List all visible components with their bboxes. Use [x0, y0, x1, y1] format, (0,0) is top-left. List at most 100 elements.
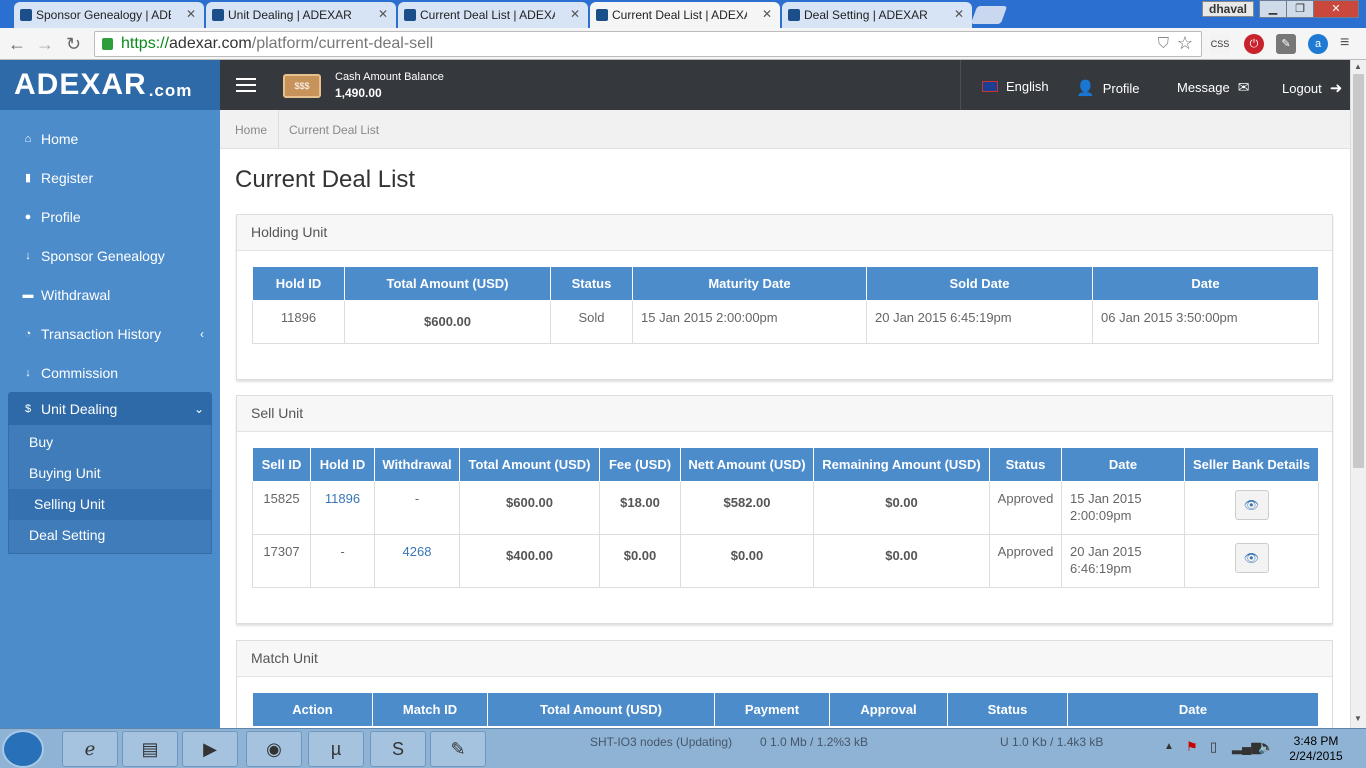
total-amount-cell: $600.00: [344, 300, 551, 344]
browser-tab-strip: Sponsor Genealogy | ADEXAR ✕ Unit Dealing…: [0, 0, 1366, 28]
window-close-icon[interactable]: ✕: [1313, 0, 1359, 18]
column-header: Date: [1067, 692, 1319, 727]
chevron-left-icon: ‹: [200, 326, 204, 341]
language-selector[interactable]: English: [982, 79, 1049, 94]
scroll-up-icon[interactable]: ▲: [1354, 62, 1362, 71]
submenu-item-deal-setting[interactable]: Deal Setting: [9, 520, 211, 551]
hold-id-link[interactable]: 11896: [325, 491, 360, 506]
breadcrumb-home[interactable]: Home: [235, 123, 267, 137]
submenu-item-selling-unit[interactable]: Selling Unit: [9, 489, 211, 520]
browser-tab-3[interactable]: Current Deal List | ADEXAR ✕: [398, 2, 588, 28]
column-header: Sold Date: [866, 266, 1093, 301]
reload-icon[interactable]: ↻: [66, 34, 81, 55]
minimize-icon[interactable]: ▁: [1259, 0, 1287, 18]
back-icon[interactable]: ←: [8, 34, 26, 55]
sidebar-item-register[interactable]: ▮ Register: [0, 158, 220, 197]
arrow-down-icon: ↓: [25, 366, 31, 379]
column-header: Withdrawal: [374, 447, 460, 482]
uk-flag-icon: [982, 81, 998, 92]
tray-expand-icon[interactable]: ▲: [1164, 741, 1174, 752]
cash-balance-label: Cash Amount Balance: [335, 71, 444, 83]
volume-icon[interactable]: 🔈: [1258, 739, 1274, 755]
sidebar-item-commission[interactable]: ↓ Commission: [0, 353, 220, 392]
hold-id-cell: 11896: [252, 300, 345, 344]
new-tab-button[interactable]: [970, 6, 1008, 24]
file-explorer-icon[interactable]: ▤: [122, 731, 178, 767]
status-cell: Approved: [989, 534, 1062, 588]
tab-title: Current Deal List | ADEXAR: [612, 8, 747, 22]
submenu-item-buying-unit[interactable]: Buying Unit: [9, 458, 211, 489]
skype-icon[interactable]: S: [370, 731, 426, 767]
logout-link[interactable]: Logout ➜: [1282, 79, 1342, 97]
bank-details-cell: 👁: [1184, 534, 1319, 588]
date-line: 15 Jan 2015: [1070, 491, 1142, 506]
bookmark-star-icon[interactable]: ☆: [1177, 31, 1193, 55]
internet-explorer-icon[interactable]: ℯ: [62, 731, 118, 767]
close-tab-icon[interactable]: ✕: [954, 7, 964, 21]
browser-tab-4-active[interactable]: Current Deal List | ADEXAR ✕: [590, 2, 780, 28]
adexar-favicon: [212, 9, 224, 21]
system-clock[interactable]: 3:48 PM 2/24/2015: [1286, 734, 1346, 764]
network-signal-icon[interactable]: ▂▄▆: [1232, 739, 1261, 755]
brand-logo[interactable]: ADEXAR .com: [0, 60, 220, 110]
action-center-icon[interactable]: ⚑: [1186, 739, 1198, 755]
browser-tab-2[interactable]: Unit Dealing | ADEXAR ✕: [206, 2, 396, 28]
page-scrollbar[interactable]: ▲ ▼: [1350, 60, 1366, 728]
sidebar-item-withdrawal[interactable]: ▬ Withdrawal: [0, 275, 220, 314]
fee-cell: $18.00: [599, 481, 681, 535]
message-link[interactable]: Message ✉: [1177, 79, 1249, 96]
arrow-down-icon: ↓: [25, 249, 31, 262]
panel-title: Sell Unit: [237, 396, 1332, 432]
adblock-extension-icon[interactable]: ⏻: [1244, 34, 1264, 54]
sidebar-item-transaction-history[interactable]: ◔ Transaction History ‹: [0, 314, 220, 353]
sidebar-item-home[interactable]: ⌂ Home: [0, 119, 220, 158]
scroll-down-icon[interactable]: ▼: [1354, 714, 1362, 723]
close-tab-icon[interactable]: ✕: [378, 7, 388, 21]
hamburger-menu-icon[interactable]: [236, 78, 256, 96]
tab-title: Sponsor Genealogy | ADEXAR: [36, 8, 171, 22]
maximize-icon[interactable]: ❐: [1286, 0, 1314, 18]
lock-icon: [102, 38, 113, 50]
chrome-icon[interactable]: ◉: [246, 731, 302, 767]
utorrent-icon[interactable]: µ: [308, 731, 364, 767]
match-unit-panel: Match Unit Action Match ID Total Amount …: [236, 640, 1333, 728]
date-cell: 15 Jan 2015 2:00:09pm: [1061, 481, 1185, 535]
column-header: Approval: [829, 692, 948, 727]
address-bar-input[interactable]: https://adexar.com/platform/current-deal…: [94, 31, 1202, 57]
account-extension-icon[interactable]: a: [1308, 34, 1328, 54]
browser-menu-icon[interactable]: ≡: [1340, 34, 1349, 52]
close-tab-icon[interactable]: ✕: [762, 7, 772, 21]
close-tab-icon[interactable]: ✕: [186, 7, 196, 21]
nett-amount-cell: $0.00: [680, 534, 814, 588]
table-header-row: Sell ID Hold ID Withdrawal Total Amount …: [252, 447, 1319, 482]
battery-icon[interactable]: ▯: [1210, 739, 1217, 755]
column-header: Seller Bank Details: [1184, 447, 1319, 482]
sidebar-item-label: Unit Dealing: [41, 400, 118, 417]
view-bank-details-button[interactable]: 👁: [1234, 543, 1269, 573]
page-title: Current Deal List: [235, 166, 416, 193]
forward-icon[interactable]: →: [36, 34, 54, 55]
scrollbar-thumb[interactable]: [1353, 74, 1364, 468]
logout-arrow-icon: ➜: [1329, 80, 1343, 97]
profile-link[interactable]: 👤 Profile: [1076, 79, 1140, 97]
view-bank-details-button[interactable]: 👁: [1234, 490, 1269, 520]
browser-user-badge[interactable]: dhaval: [1202, 1, 1254, 17]
sidebar-item-unit-dealing[interactable]: $ Unit Dealing ⌄: [8, 392, 212, 425]
media-player-icon[interactable]: ▶: [182, 731, 238, 767]
browser-tab-1[interactable]: Sponsor Genealogy | ADEXAR ✕: [14, 2, 204, 28]
shield-icon[interactable]: ⛉: [1158, 32, 1169, 56]
sidebar-item-sponsor-genealogy[interactable]: ↓ Sponsor Genealogy: [0, 236, 220, 275]
submenu-item-buy[interactable]: Buy: [9, 427, 211, 458]
browser-tab-5[interactable]: Deal Setting | ADEXAR ✕: [782, 2, 972, 28]
eyedropper-extension-icon[interactable]: ✎: [1276, 34, 1296, 54]
windows-start-button[interactable]: [2, 730, 44, 768]
windows-taskbar: ℯ ▤ ▶ ◉ µ S ✎ SHT-IO3 nodes (Updating) 0…: [0, 728, 1366, 768]
sidebar-item-profile[interactable]: ● Profile: [0, 197, 220, 236]
paint-icon[interactable]: ✎: [430, 731, 486, 767]
withdrawal-link[interactable]: 4268: [403, 544, 432, 559]
css-extension-icon[interactable]: CSS: [1210, 34, 1230, 54]
remaining-amount-cell: $0.00: [813, 481, 990, 535]
close-tab-icon[interactable]: ✕: [570, 7, 580, 21]
nett-amount-cell: $582.00: [680, 481, 814, 535]
date-line: 20 Jan 2015: [1070, 544, 1142, 559]
